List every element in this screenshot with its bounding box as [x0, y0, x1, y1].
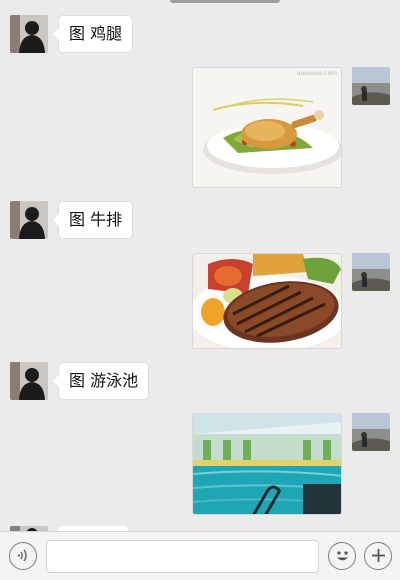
contact-avatar[interactable]: [10, 362, 48, 400]
voice-button[interactable]: [9, 542, 37, 570]
voice-icon: [17, 549, 27, 562]
my-avatar[interactable]: [352, 413, 390, 451]
plus-button[interactable]: [364, 542, 392, 570]
message-text: 图 牛排: [69, 210, 123, 229]
chat-input-bar: [0, 531, 400, 580]
message-bubble-chicken-leg[interactable]: 图 鸡腿: [52, 15, 134, 53]
message-input[interactable]: [46, 540, 319, 573]
my-avatar[interactable]: [352, 253, 390, 291]
emoji-button[interactable]: [328, 542, 356, 570]
swimming-pool-photo[interactable]: [192, 413, 342, 515]
my-avatar[interactable]: [352, 67, 390, 105]
plus-icon: [371, 549, 385, 562]
steak-photo[interactable]: [192, 253, 342, 349]
message-bubble-steak[interactable]: 图 牛排: [52, 201, 134, 239]
chicken-leg-photo[interactable]: ooooooo.com: [192, 67, 342, 188]
previous-image-edge: [170, 0, 280, 3]
message-bubble-swimming-pool[interactable]: 图 游泳池: [52, 362, 150, 400]
image-watermark: ooooooo.com: [296, 70, 337, 77]
contact-avatar[interactable]: [10, 201, 48, 239]
message-text: 图 鸡腿: [69, 24, 123, 43]
message-text: 图 游泳池: [69, 371, 139, 390]
contact-avatar[interactable]: [10, 15, 48, 53]
emoji-icon: [336, 551, 348, 561]
